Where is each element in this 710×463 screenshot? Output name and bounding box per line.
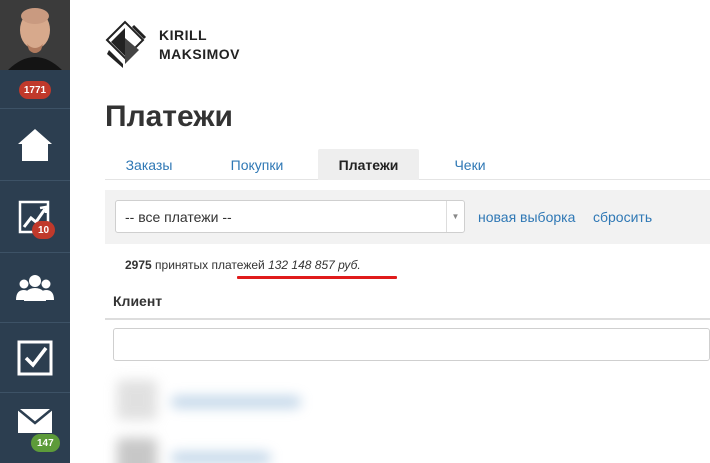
client-column-header: Клиент (113, 293, 163, 309)
checkbox-icon (17, 340, 53, 375)
brand-line-1: KIRILL (159, 27, 208, 43)
table-row-avatar (117, 438, 157, 463)
brand-line-2: MAKSIMOV (159, 46, 240, 62)
tab-purchases[interactable]: Покупки (207, 149, 307, 180)
brand-logo[interactable]: KIRILL MAKSIMOV (103, 20, 240, 70)
sidebar-item-home[interactable] (0, 108, 70, 180)
payment-filter-select[interactable]: -- все платежи -- ▼ (115, 200, 465, 233)
sidebar-item-tasks[interactable] (0, 322, 70, 392)
select-value: -- все платежи -- (125, 208, 232, 225)
logo-icon (105, 20, 147, 68)
main-content: KIRILL MAKSIMOV Платежи Заказы Покупки П… (70, 0, 710, 463)
table-row-name (171, 452, 271, 463)
home-icon (18, 128, 52, 161)
users-icon (16, 274, 54, 301)
mail-icon (17, 408, 53, 433)
highlight-underline (237, 276, 397, 279)
blurred-client-rows (105, 368, 710, 463)
table-row-name (171, 396, 301, 408)
sidebar-item-stats[interactable]: 10 (0, 180, 70, 252)
sidebar-item-mail[interactable]: 147 (0, 392, 70, 463)
page-title: Платежи (105, 100, 233, 133)
tab-payments[interactable]: Платежи (318, 149, 419, 180)
payments-summary: 2975 принятых платежей 132 148 857 руб. (125, 258, 361, 272)
chevron-down-icon[interactable]: ▼ (446, 201, 464, 232)
reset-link[interactable]: сбросить (593, 209, 652, 225)
table-row-avatar (117, 380, 157, 420)
avatar[interactable] (0, 0, 70, 70)
tab-bar: Заказы Покупки Платежи Чеки (105, 149, 710, 180)
stats-badge: 10 (32, 221, 56, 239)
sidebar-item-clients[interactable] (0, 252, 70, 322)
brand-name: KIRILL MAKSIMOV (159, 26, 240, 64)
new-selection-link[interactable]: новая выборка (478, 209, 575, 225)
notifications-badge[interactable]: 1771 (19, 81, 51, 99)
sidebar: 1771 10 147 (0, 0, 70, 463)
payments-label: принятых платежей (155, 258, 265, 272)
payments-total: 132 148 857 руб. (268, 258, 361, 272)
header-divider (105, 318, 710, 320)
filter-bar: -- все платежи -- ▼ новая выборка сброси… (105, 190, 710, 244)
payments-count: 2975 (125, 258, 152, 272)
tab-orders[interactable]: Заказы (105, 149, 193, 180)
tab-receipts[interactable]: Чеки (435, 149, 505, 180)
client-search-input[interactable] (113, 328, 710, 361)
mail-badge: 147 (31, 434, 60, 452)
